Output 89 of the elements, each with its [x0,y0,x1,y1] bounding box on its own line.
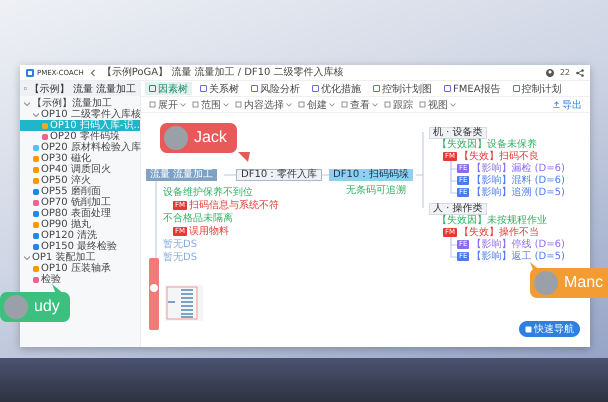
tree-item[interactable]: OP80 表面处理 [20,208,140,219]
tool-icon [149,101,156,108]
step-node[interactable]: DF10：扫码码垛 [329,169,414,181]
user-name: Jack [194,129,227,147]
toolbar-button[interactable]: 内容选择 [235,98,292,112]
tool-icon [419,101,426,108]
mode-text: 【失效】操作不当 [459,227,540,238]
cause-text: 不合格品未隔离 [163,213,233,224]
back-icon[interactable] [90,68,96,76]
tree-item[interactable]: OP10 二级零件入库核 [20,109,140,120]
tree-item[interactable]: OP70 铣削加工 [20,197,140,208]
slider-thumb[interactable] [150,284,158,292]
view-tab[interactable]: 优化措施 [308,82,365,95]
compass-icon [525,326,532,332]
user-icon[interactable] [546,68,554,76]
document-icon [373,85,380,92]
view-tab[interactable]: 控制计划 [508,82,566,95]
share-icon[interactable] [576,68,584,76]
view-tab[interactable]: 风险分析 [247,82,304,95]
toolbar-button[interactable]: 视图 [419,98,456,112]
upload-icon [553,101,560,108]
quick-nav-button[interactable]: 快速导航 [519,321,580,337]
function-node[interactable]: DF10：零件入库 [236,169,322,181]
tree-item[interactable]: 【示例】流量加工 [20,98,140,109]
avatar-placeholder [4,295,28,319]
logo-icon [26,68,34,76]
project-select[interactable]: 【示例】 流量 流量加工 [20,81,140,96]
effect-text: 【影响】漏检 (D=6) [471,163,565,174]
note-text: 无条码可追溯 [346,185,406,196]
cause-text: 【失效因】未按规程作业 [437,215,547,226]
document-icon [444,85,451,92]
document-icon [512,85,520,92]
tree-item[interactable]: OP30 磁化 [20,153,140,164]
toolbar-button[interactable]: 创建 [298,98,335,112]
avatar-placeholder [534,271,558,295]
cause-text: 【失效因】设备未保养 [437,139,537,150]
user-name: udy [34,298,60,316]
tree-item[interactable]: OP10 压装轴承 [20,263,140,274]
mode-text: 扫码信息与系统不符 [189,200,280,211]
tool-icon [341,101,348,108]
tool-icon [192,101,199,108]
minimap [165,285,203,321]
tree-item[interactable]: OP120 清洗 [20,230,140,241]
tree-item[interactable]: OP40 调质回火 [20,164,140,175]
effect-text: 【影响】停线 (D=6) [471,239,565,250]
tool-icon [384,101,391,108]
toolbar-button[interactable]: 查看 [341,98,378,112]
view-tab[interactable]: 关系树 [196,82,243,95]
effect-text: 【影响】混料 (D=6) [471,175,565,186]
tree-item[interactable]: OP1 装配加工 [20,252,140,263]
effect-text: 【影响】返工 (D=5) [471,251,565,262]
avatar-placeholder [164,126,188,150]
zoom-slider[interactable] [149,258,159,330]
caret-icon[interactable] [24,100,30,106]
toolbar-button[interactable]: 跟踪 [384,98,413,112]
view-tab[interactable]: 控制计划图 [369,82,436,95]
tree-item[interactable]: OP20 原材料检验入库 [20,142,140,153]
document-icon [312,85,319,92]
project-icon [24,85,27,92]
breadcrumb: 【示例PoGA】 流量 流量加工 / DF10 二级零件入库核 [102,66,344,78]
tree-item[interactable]: OP90 抛丸 [20,219,140,230]
export-button[interactable]: 导出 [553,98,582,112]
caret-icon[interactable] [33,112,39,118]
tree-item[interactable]: OP150 最终检验 [20,241,140,252]
document-icon [200,85,207,92]
user-name: Manc [564,274,604,292]
view-tab[interactable]: 因素树 [145,82,192,95]
document-icon [149,85,156,92]
view-tab[interactable]: FMEA报告 [440,82,505,95]
tree-item[interactable]: OP20 零件码垛 [20,131,140,142]
tree-item[interactable]: OP55 磨削面 [20,186,140,197]
tool-icon [298,101,305,108]
tool-icon [235,101,242,108]
toolbar-button[interactable]: 范围 [192,98,229,112]
cause-text: 设备维护保养不到位 [163,187,253,198]
tree-item[interactable]: 检验 [20,274,140,285]
document-icon [251,85,258,92]
toolbar-button[interactable]: 展开 [149,98,186,112]
group-node[interactable]: 机 · 设备类 [429,127,487,139]
badge-pointer-icon [238,152,250,162]
mode-text: 【失效】扫码不良 [459,151,540,162]
connector-line [224,174,236,176]
connector-line [320,174,330,176]
tree-item[interactable]: OP50 淬火 [20,175,140,186]
mode-text: 误用物料 [189,226,230,237]
effect-text: 【影响】追溯 (D=5) [471,187,565,198]
group-node[interactable]: 人 · 操作类 [429,203,487,215]
caret-icon[interactable] [24,254,30,260]
online-count: 22 [560,68,570,77]
